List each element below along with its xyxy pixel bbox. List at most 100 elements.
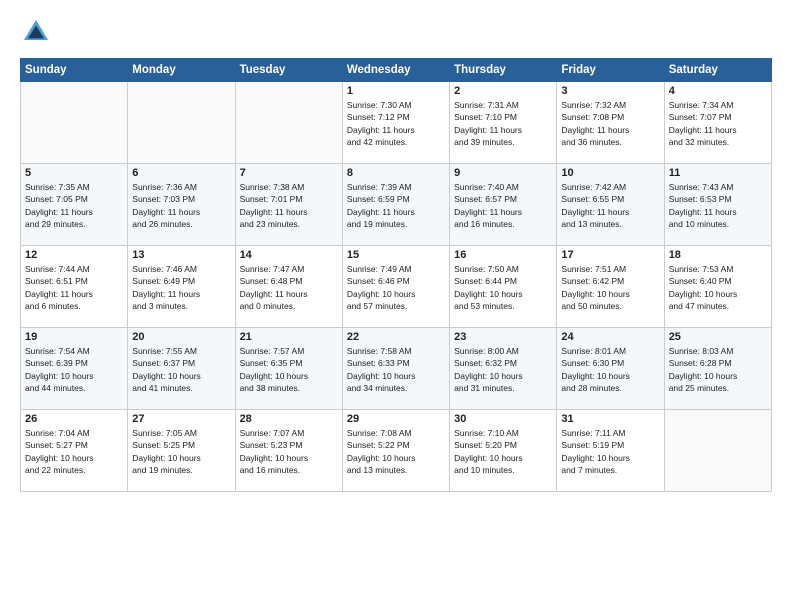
- day-cell: 20 Sunrise: 7:55 AM Sunset: 6:37 PM Dayli…: [128, 328, 235, 410]
- day-number: 21: [240, 331, 338, 343]
- day-info: Sunrise: 8:01 AM Sunset: 6:30 PM Dayligh…: [561, 345, 659, 394]
- day-cell: 13Sunrise: 7:46 AM Sunset: 6:49 PM Dayli…: [128, 246, 235, 328]
- day-cell: 3 Sunrise: 7:32 AM Sunset: 7:08 PM Daylig…: [557, 82, 664, 164]
- day-cell: [21, 82, 128, 164]
- day-number: 14: [240, 249, 338, 261]
- day-number: 6: [132, 167, 230, 179]
- day-info: Sunrise: 7:58 AM Sunset: 6:33 PM Dayligh…: [347, 345, 445, 394]
- day-cell: 22Sunrise: 7:58 AM Sunset: 6:33 PM Dayli…: [342, 328, 449, 410]
- weekday-header-monday: Monday: [128, 59, 235, 82]
- day-cell: [664, 410, 771, 492]
- day-info: Sunrise: 7:54 AM Sunset: 6:39 PM Dayligh…: [25, 345, 123, 394]
- day-cell: 6 Sunrise: 7:36 AM Sunset: 7:03 PM Daylig…: [128, 164, 235, 246]
- day-cell: 5Sunrise: 7:35 AM Sunset: 7:05 PM Daylig…: [21, 164, 128, 246]
- day-number: 1: [347, 85, 445, 97]
- day-info: Sunrise: 7:57 AM Sunset: 6:35 PM Dayligh…: [240, 345, 338, 394]
- week-row-5: 26 Sunrise: 7:04 AM Sunset: 5:27 PM Dayli…: [21, 410, 772, 492]
- day-number: 27: [132, 413, 230, 425]
- weekday-header-row: SundayMondayTuesdayWednesdayThursdayFrid…: [21, 59, 772, 82]
- day-info: Sunrise: 7:05 AM Sunset: 5:25 PM Dayligh…: [132, 427, 230, 476]
- day-cell: 11 Sunrise: 7:43 AM Sunset: 6:53 PM Dayli…: [664, 164, 771, 246]
- day-number: 3: [561, 85, 659, 97]
- day-cell: 27 Sunrise: 7:05 AM Sunset: 5:25 PM Dayli…: [128, 410, 235, 492]
- day-cell: 8 Sunrise: 7:39 AM Sunset: 6:59 PM Daylig…: [342, 164, 449, 246]
- day-info: Sunrise: 7:31 AM Sunset: 7:10 PM Dayligh…: [454, 99, 552, 148]
- day-number: 8: [347, 167, 445, 179]
- day-number: 10: [561, 167, 659, 179]
- day-cell: 15Sunrise: 7:49 AM Sunset: 6:46 PM Dayli…: [342, 246, 449, 328]
- day-info: Sunrise: 7:53 AM Sunset: 6:40 PM Dayligh…: [669, 263, 767, 312]
- day-info: Sunrise: 7:43 AM Sunset: 6:53 PM Dayligh…: [669, 181, 767, 230]
- day-info: Sunrise: 7:51 AM Sunset: 6:42 PM Dayligh…: [561, 263, 659, 312]
- day-cell: 28 Sunrise: 7:07 AM Sunset: 5:23 PM Dayli…: [235, 410, 342, 492]
- day-info: Sunrise: 7:42 AM Sunset: 6:55 PM Dayligh…: [561, 181, 659, 230]
- day-number: 28: [240, 413, 338, 425]
- day-info: Sunrise: 7:40 AM Sunset: 6:57 PM Dayligh…: [454, 181, 552, 230]
- day-info: Sunrise: 7:35 AM Sunset: 7:05 PM Dayligh…: [25, 181, 123, 230]
- day-number: 19: [25, 331, 123, 343]
- day-number: 18: [669, 249, 767, 261]
- day-cell: 17 Sunrise: 7:51 AM Sunset: 6:42 PM Dayli…: [557, 246, 664, 328]
- weekday-header-tuesday: Tuesday: [235, 59, 342, 82]
- day-info: Sunrise: 7:11 AM Sunset: 5:19 PM Dayligh…: [561, 427, 659, 476]
- day-number: 26: [25, 413, 123, 425]
- day-number: 29: [347, 413, 445, 425]
- day-info: Sunrise: 7:36 AM Sunset: 7:03 PM Dayligh…: [132, 181, 230, 230]
- day-cell: 19 Sunrise: 7:54 AM Sunset: 6:39 PM Dayli…: [21, 328, 128, 410]
- day-cell: [235, 82, 342, 164]
- day-info: Sunrise: 7:39 AM Sunset: 6:59 PM Dayligh…: [347, 181, 445, 230]
- day-number: 25: [669, 331, 767, 343]
- header: [20, 16, 772, 48]
- calendar: SundayMondayTuesdayWednesdayThursdayFrid…: [20, 58, 772, 492]
- day-info: Sunrise: 7:34 AM Sunset: 7:07 PM Dayligh…: [669, 99, 767, 148]
- day-cell: 16Sunrise: 7:50 AM Sunset: 6:44 PM Dayli…: [450, 246, 557, 328]
- day-cell: 12 Sunrise: 7:44 AM Sunset: 6:51 PM Dayli…: [21, 246, 128, 328]
- weekday-header-wednesday: Wednesday: [342, 59, 449, 82]
- day-number: 24: [561, 331, 659, 343]
- week-row-4: 19 Sunrise: 7:54 AM Sunset: 6:39 PM Dayli…: [21, 328, 772, 410]
- logo: [20, 16, 56, 48]
- day-number: 16: [454, 249, 552, 261]
- day-number: 9: [454, 167, 552, 179]
- day-cell: 1 Sunrise: 7:30 AM Sunset: 7:12 PM Daylig…: [342, 82, 449, 164]
- day-number: 20: [132, 331, 230, 343]
- day-info: Sunrise: 7:30 AM Sunset: 7:12 PM Dayligh…: [347, 99, 445, 148]
- day-cell: 25 Sunrise: 8:03 AM Sunset: 6:28 PM Dayli…: [664, 328, 771, 410]
- day-cell: [128, 82, 235, 164]
- day-info: Sunrise: 7:46 AM Sunset: 6:49 PM Dayligh…: [132, 263, 230, 312]
- weekday-header-saturday: Saturday: [664, 59, 771, 82]
- day-info: Sunrise: 7:32 AM Sunset: 7:08 PM Dayligh…: [561, 99, 659, 148]
- day-number: 31: [561, 413, 659, 425]
- week-row-3: 12 Sunrise: 7:44 AM Sunset: 6:51 PM Dayli…: [21, 246, 772, 328]
- day-cell: 21 Sunrise: 7:57 AM Sunset: 6:35 PM Dayli…: [235, 328, 342, 410]
- day-info: Sunrise: 7:10 AM Sunset: 5:20 PM Dayligh…: [454, 427, 552, 476]
- day-number: 11: [669, 167, 767, 179]
- day-cell: 30 Sunrise: 7:10 AM Sunset: 5:20 PM Dayli…: [450, 410, 557, 492]
- day-info: Sunrise: 8:00 AM Sunset: 6:32 PM Dayligh…: [454, 345, 552, 394]
- day-cell: 9 Sunrise: 7:40 AM Sunset: 6:57 PM Daylig…: [450, 164, 557, 246]
- day-info: Sunrise: 7:04 AM Sunset: 5:27 PM Dayligh…: [25, 427, 123, 476]
- day-cell: 2Sunrise: 7:31 AM Sunset: 7:10 PM Daylig…: [450, 82, 557, 164]
- day-number: 7: [240, 167, 338, 179]
- weekday-header-friday: Friday: [557, 59, 664, 82]
- day-info: Sunrise: 7:55 AM Sunset: 6:37 PM Dayligh…: [132, 345, 230, 394]
- day-number: 30: [454, 413, 552, 425]
- day-info: Sunrise: 7:07 AM Sunset: 5:23 PM Dayligh…: [240, 427, 338, 476]
- day-info: Sunrise: 7:49 AM Sunset: 6:46 PM Dayligh…: [347, 263, 445, 312]
- day-cell: 26 Sunrise: 7:04 AM Sunset: 5:27 PM Dayli…: [21, 410, 128, 492]
- logo-icon: [20, 16, 52, 48]
- day-info: Sunrise: 7:44 AM Sunset: 6:51 PM Dayligh…: [25, 263, 123, 312]
- day-cell: 24 Sunrise: 8:01 AM Sunset: 6:30 PM Dayli…: [557, 328, 664, 410]
- day-number: 12: [25, 249, 123, 261]
- week-row-1: 1 Sunrise: 7:30 AM Sunset: 7:12 PM Daylig…: [21, 82, 772, 164]
- weekday-header-sunday: Sunday: [21, 59, 128, 82]
- day-cell: 18 Sunrise: 7:53 AM Sunset: 6:40 PM Dayli…: [664, 246, 771, 328]
- day-cell: 23 Sunrise: 8:00 AM Sunset: 6:32 PM Dayli…: [450, 328, 557, 410]
- day-info: Sunrise: 8:03 AM Sunset: 6:28 PM Dayligh…: [669, 345, 767, 394]
- day-number: 23: [454, 331, 552, 343]
- weekday-header-thursday: Thursday: [450, 59, 557, 82]
- day-cell: 7Sunrise: 7:38 AM Sunset: 7:01 PM Daylig…: [235, 164, 342, 246]
- day-number: 17: [561, 249, 659, 261]
- day-cell: 29Sunrise: 7:08 AM Sunset: 5:22 PM Dayli…: [342, 410, 449, 492]
- page: SundayMondayTuesdayWednesdayThursdayFrid…: [0, 0, 792, 502]
